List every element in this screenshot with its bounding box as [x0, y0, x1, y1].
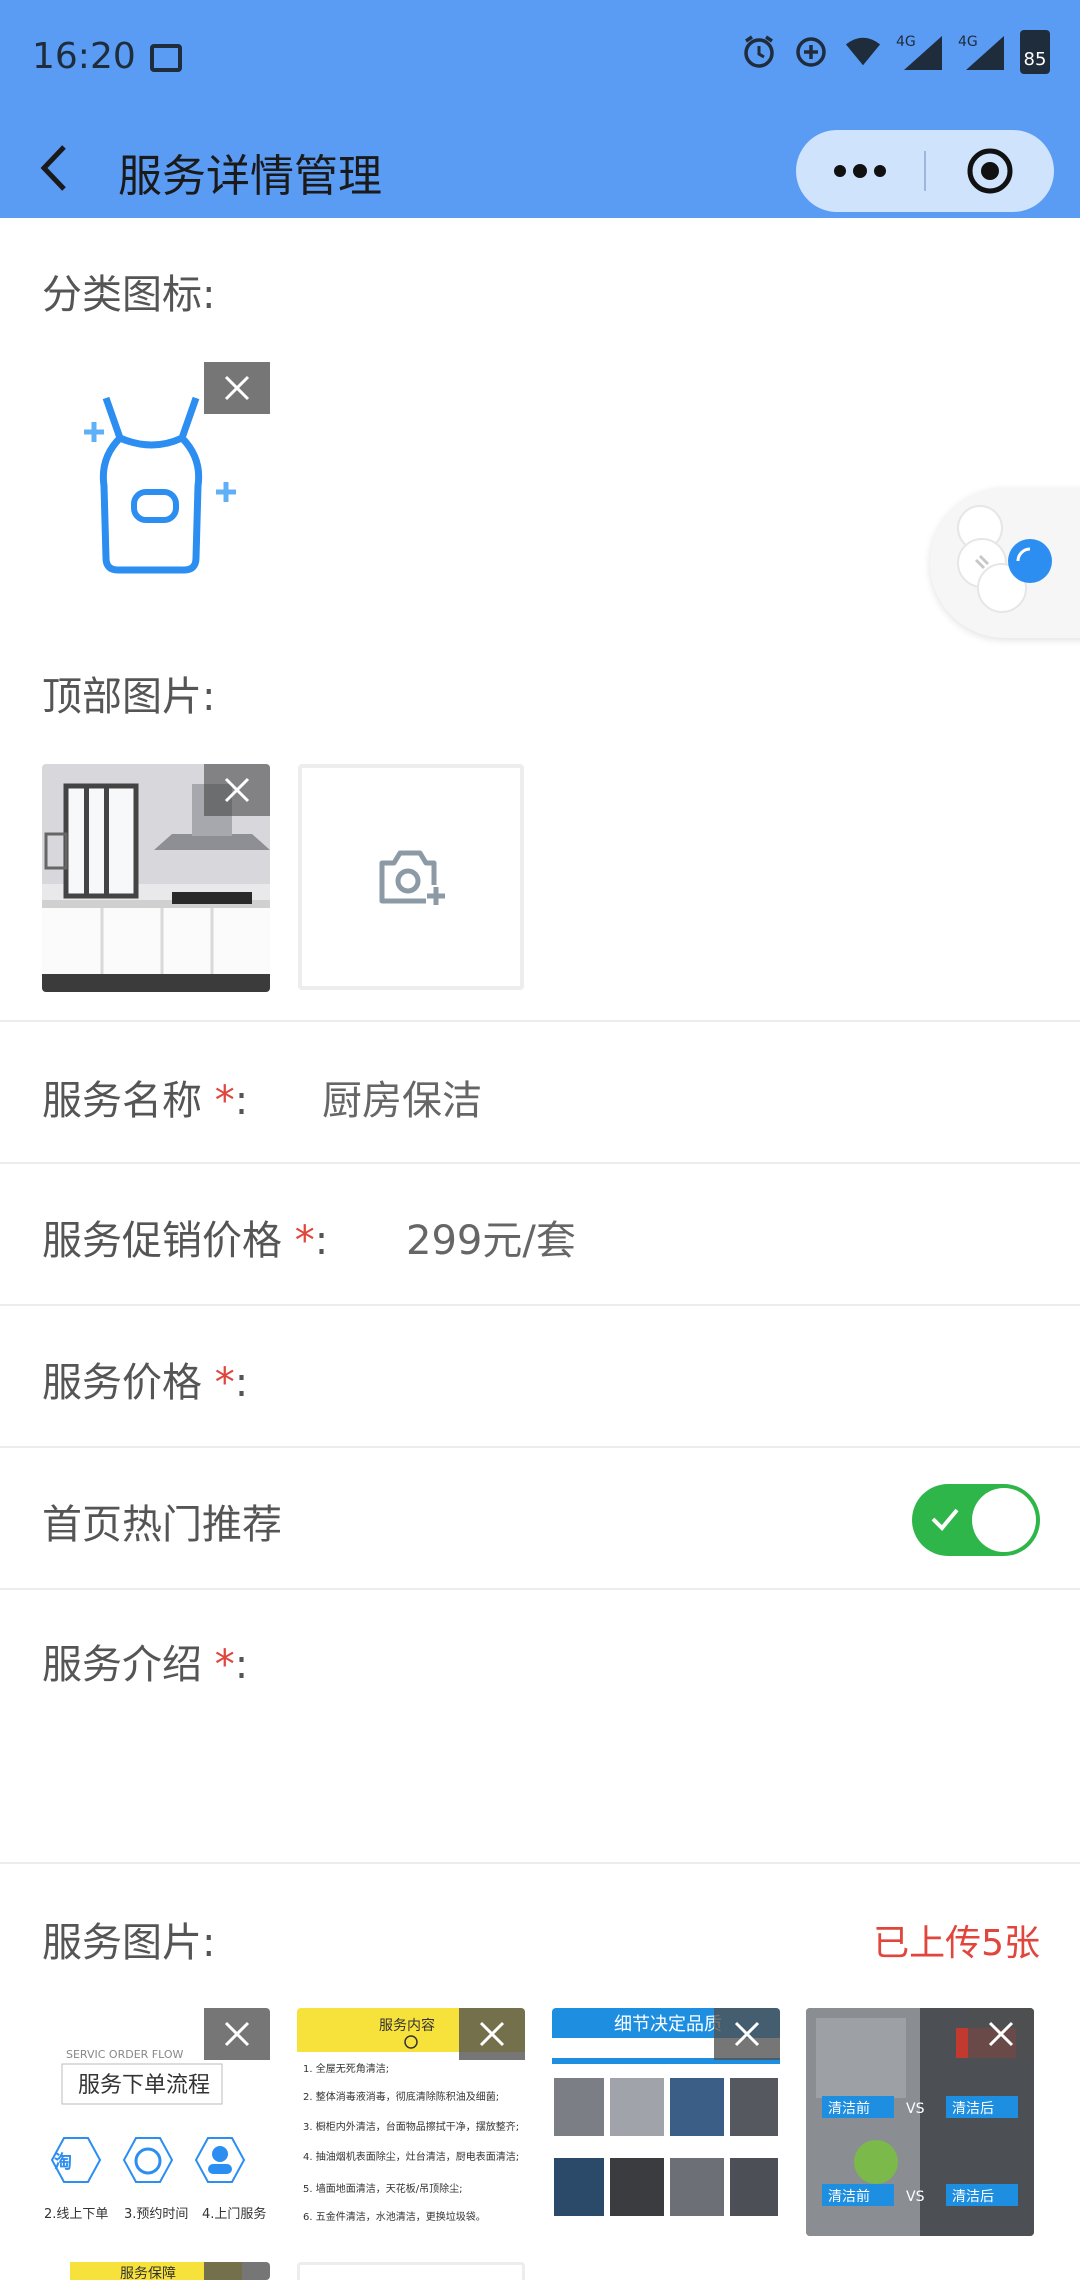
hot-recommend-label: 首页热门推荐: [42, 1502, 282, 1548]
close-icon: [734, 2021, 760, 2047]
close-miniprogram-button[interactable]: [926, 130, 1054, 212]
close-icon: [224, 375, 250, 401]
remove-service-image-button[interactable]: [459, 2008, 525, 2060]
service-guarantee-image: 服务保障: [42, 2262, 270, 2280]
promo-price-label: 服务促销价格 *:: [42, 1218, 329, 1264]
service-image-thumb[interactable]: 服务保障: [42, 2262, 270, 2280]
remove-service-image-button[interactable]: [714, 2008, 780, 2060]
svg-text:1. 全屋无死角清洁;: 1. 全屋无死角清洁;: [303, 2062, 389, 2075]
svg-text:VS: VS: [906, 2101, 925, 2117]
more-dots-icon: [834, 164, 886, 178]
remove-top-image-button[interactable]: [204, 764, 270, 816]
svg-text:VS: VS: [906, 2189, 925, 2205]
divider: [0, 1446, 1080, 1448]
svg-text:4. 抽油烟机表面除尘，灶台清洁，厨电表面清洁;: 4. 抽油烟机表面除尘，灶台清洁，厨电表面清洁;: [303, 2150, 519, 2163]
battery-icon: 85: [1020, 30, 1050, 74]
close-icon: [988, 2021, 1014, 2047]
hot-recommend-toggle[interactable]: [912, 1484, 1040, 1556]
svg-text:细节决定品质: 细节决定品质: [614, 2014, 722, 2035]
category-icon-image[interactable]: [42, 362, 270, 590]
svg-text:服务内容: 服务内容: [379, 2017, 435, 2034]
service-intro-textarea[interactable]: [42, 1700, 1038, 1850]
svg-text:4.上门服务: 4.上门服务: [202, 2206, 266, 2222]
divider: [0, 1304, 1080, 1306]
svg-text:2. 整体消毒液消毒，彻底清除陈积油及细菌;: 2. 整体消毒液消毒，彻底清除陈积油及细菌;: [303, 2090, 499, 2103]
link-bubble-icon: [957, 505, 1052, 613]
close-icon: [479, 2021, 505, 2047]
target-icon: [967, 148, 1013, 194]
divider: [0, 1020, 1080, 1022]
miniprogram-capsule: [796, 130, 1054, 212]
signal-icon-1: 4G: [896, 33, 944, 71]
svg-text:4G: 4G: [896, 34, 916, 50]
toggle-knob: [972, 1488, 1036, 1552]
svg-text:2.线上下单: 2.线上下单: [44, 2207, 108, 2222]
svg-text:服务保障: 服务保障: [120, 2266, 176, 2280]
add-service-image-button[interactable]: [297, 2262, 525, 2280]
service-image-thumb[interactable]: 清洁前 VS 清洁后 清洁前 VS 清洁后: [806, 2008, 1034, 2236]
status-bar: 16:20 4G 4G 85: [0, 0, 1080, 118]
camera-add-icon: [379, 850, 446, 907]
svg-text:6. 五金件清洁，水池清洁，更换垃圾袋。: 6. 五金件清洁，水池清洁，更换垃圾袋。: [303, 2210, 486, 2223]
promo-price-input[interactable]: 299元/套: [406, 1208, 576, 1266]
close-icon: [224, 777, 250, 803]
data-saver-icon: [792, 33, 830, 71]
remove-service-image-button[interactable]: [204, 2008, 270, 2060]
service-intro-label: 服务介绍 *:: [42, 1642, 249, 1688]
service-image-thumb[interactable]: SERVIC ORDER FLOW 服务下单流程 淘 2.线上下单 3.预约时间…: [42, 2008, 270, 2236]
status-time: 16:20: [32, 36, 136, 77]
service-images-label: 服务图片:: [42, 1920, 216, 1966]
service-image-thumb[interactable]: 服务内容 1. 全屋无死角清洁; 2. 整体消毒液消毒，彻底清除陈积油及细菌; …: [297, 2008, 525, 2236]
svg-text:3. 橱柜内外清洁，台面物品擦拭干净，摆放整齐;: 3. 橱柜内外清洁，台面物品擦拭干净，摆放整齐;: [303, 2120, 519, 2133]
svg-text:4G: 4G: [958, 34, 978, 50]
close-icon: [224, 2021, 250, 2047]
upload-count-label: 已上传5张: [873, 1923, 1040, 1964]
check-icon: [931, 1508, 959, 1531]
svg-text:SERVIC ORDER FLOW: SERVIC ORDER FLOW: [66, 2048, 184, 2061]
price-input[interactable]: [280, 1350, 1020, 1402]
top-image-thumb[interactable]: [42, 764, 270, 992]
wifi-icon: [844, 33, 882, 71]
service-image-thumb[interactable]: 细节决定品质: [552, 2008, 780, 2236]
svg-text:清洁前: 清洁前: [828, 2100, 870, 2117]
top-image-label: 顶部图片:: [42, 674, 216, 720]
svg-text:淘: 淘: [54, 2151, 72, 2173]
add-top-image-button[interactable]: [298, 764, 524, 990]
category-icon-label: 分类图标:: [42, 272, 216, 318]
alarm-icon: [740, 33, 778, 71]
divider: [0, 1588, 1080, 1590]
floating-assistant-widget[interactable]: [930, 488, 1080, 638]
price-label: 服务价格 *:: [42, 1360, 249, 1406]
svg-text:清洁前: 清洁前: [828, 2188, 870, 2205]
status-icons: 4G 4G 85: [740, 30, 1050, 74]
svg-text:5. 墙面地面清洁，天花板/吊顶除尘;: 5. 墙面地面清洁，天花板/吊顶除尘;: [303, 2182, 462, 2195]
gallery-notification-icon: [150, 44, 182, 72]
page-title: 服务详情管理: [118, 151, 382, 202]
service-name-label: 服务名称 *:: [42, 1078, 249, 1124]
back-arrow-icon: [40, 145, 66, 191]
remove-service-image-button[interactable]: [968, 2008, 1034, 2060]
nav-bar: 服务详情管理: [0, 118, 1080, 218]
signal-icon-2: 4G: [958, 33, 1006, 71]
divider: [0, 1162, 1080, 1164]
service-name-input[interactable]: 厨房保洁: [322, 1068, 482, 1126]
svg-text:清洁后: 清洁后: [952, 2101, 994, 2117]
svg-text:清洁后: 清洁后: [952, 2189, 994, 2205]
svg-text:3.预约时间: 3.预约时间: [124, 2207, 188, 2222]
remove-category-icon-button[interactable]: [204, 362, 270, 414]
divider: [0, 1862, 1080, 1864]
back-button[interactable]: [38, 136, 98, 200]
svg-text:服务下单流程: 服务下单流程: [78, 2073, 210, 2098]
more-button[interactable]: [796, 130, 924, 212]
